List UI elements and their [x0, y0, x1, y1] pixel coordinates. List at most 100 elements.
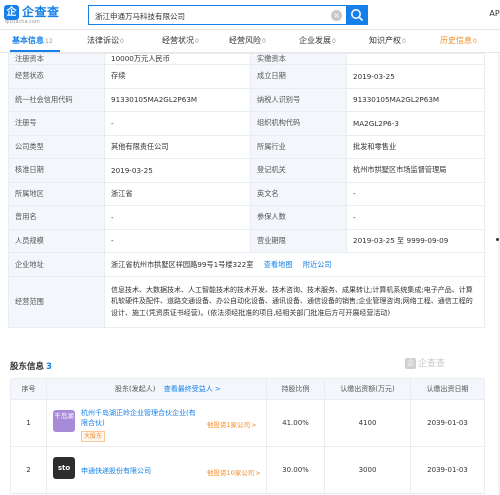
label-status: 经营状态 — [8, 64, 105, 89]
tab-risk[interactable]: 经营风险0 — [229, 35, 266, 46]
holder-date: 2039-01-03 — [410, 399, 485, 447]
search-button[interactable] — [346, 5, 368, 25]
active-tab-indicator — [10, 50, 60, 52]
info-row: 公司类型 其他有限责任公司 所属行业 批发和零售业 — [8, 134, 485, 159]
label-former-name: 曾用名 — [8, 205, 105, 230]
view-beneficiary-link[interactable]: 查看最终受益人 > — [164, 385, 221, 393]
tab-development[interactable]: 企业发展0 — [299, 35, 336, 46]
label-company-type: 公司类型 — [8, 134, 105, 159]
tab-history[interactable]: 历史信息0 — [440, 35, 477, 46]
label-industry: 所属行业 — [250, 134, 347, 159]
label-approval-date: 核准日期 — [8, 158, 105, 183]
value-former-name: - — [104, 205, 251, 230]
label-registration-no: 注册号 — [8, 111, 105, 136]
clear-icon[interactable]: × — [331, 10, 342, 21]
label-address: 企业地址 — [8, 252, 105, 277]
watermark-logo-icon: 企 — [405, 358, 416, 369]
info-row: 注册号 - 组织机构代码 MA2GL2P6-3 — [8, 111, 485, 136]
value-address: 浙江省杭州市拱墅区祥园路99号1号楼322室 查看地图 附近公司 — [104, 252, 485, 277]
label-paid-capital: 实缴资本 — [250, 53, 347, 65]
table-header-row: 序号 股东(发起人) 查看最终受益人 > 持股比例 认缴出资额(万元) 认缴出资… — [10, 378, 485, 400]
info-row: 经营状态 存续 成立日期 2019-03-25 — [8, 64, 485, 89]
value-registration-no: - — [104, 111, 251, 136]
search-input[interactable]: 浙江申通万马科技有限公司 × — [88, 5, 347, 25]
tab-bar: 基本信息12 法律诉讼0 经营状况0 经营风险0 企业发展0 知识产权0 历史信… — [0, 31, 500, 53]
header-date: 认缴出资日期 — [410, 378, 485, 400]
label-business-scope: 经营范围 — [8, 276, 105, 328]
value-staff-size: - — [104, 228, 251, 253]
logo-text: 企查查 — [22, 5, 60, 19]
holder-investments-link[interactable]: 他投资10家公司> — [207, 467, 261, 477]
info-row: 经营范围 信息技术、大数据技术、人工智能技术的技术开发、技术咨询、技术服务、成果… — [8, 276, 485, 328]
info-row: 企业地址 浙江省杭州市拱墅区祥园路99号1号楼322室 查看地图 附近公司 — [8, 252, 485, 277]
holder-name-link[interactable]: 杭州千岛湖正岭企业管理合伙企业(有限合伙) — [81, 408, 199, 428]
tab-legal[interactable]: 法律诉讼0 — [87, 35, 124, 46]
label-english-name: 英文名 — [250, 181, 347, 206]
label-region: 所属地区 — [8, 181, 105, 206]
value-paid-capital — [346, 53, 485, 65]
tab-ip[interactable]: 知识产权0 — [369, 35, 406, 46]
tab-basic-info[interactable]: 基本信息12 — [12, 35, 53, 46]
tab-operation[interactable]: 经营状况0 — [162, 35, 199, 46]
holder-amount: 3000 — [324, 446, 411, 494]
value-credit-code: 91330105MA2GL2P63M — [104, 87, 251, 112]
label-registered-capital: 注册资本 — [8, 53, 105, 65]
value-taxpayer-id: 91330105MA2GL2P63M — [346, 87, 485, 112]
value-registered-capital: 10000万元人民币 — [104, 53, 251, 65]
top-header: 企 企查查 qichacha.com 浙江申通万马科技有限公司 × API — [0, 0, 500, 30]
info-row: 核准日期 2019-03-25 登记机关 杭州市拱墅区市场监督管理局 — [8, 158, 485, 183]
value-business-term: 2019-03-25 至 9999-09-09 — [346, 228, 485, 253]
holder-name-link[interactable]: 申通快递股份有限公司 — [81, 466, 199, 476]
site-logo[interactable]: 企 企查查 qichacha.com — [4, 4, 64, 26]
holder-amount: 4100 — [324, 399, 411, 447]
label-org-code: 组织机构代码 — [250, 111, 347, 136]
value-region: 浙江省 — [104, 181, 251, 206]
value-established-date: 2019-03-25 — [346, 64, 485, 89]
search-value: 浙江申通万马科技有限公司 — [95, 12, 185, 21]
shareholders-section-title: 股东信息 3 — [10, 362, 52, 372]
info-row: 所属地区 浙江省 英文名 - — [8, 181, 485, 206]
label-registration-authority: 登记机关 — [250, 158, 347, 183]
holder-logo: 千岛湖 — [53, 410, 75, 432]
major-shareholder-badge: 大股东 — [81, 431, 106, 442]
holder-cell: 千岛湖 杭州千岛湖正岭企业管理合伙企业(有限合伙) 大股东 他投资1家公司> — [46, 399, 267, 447]
header-index: 序号 — [10, 378, 47, 400]
shareholders-table: 序号 股东(发起人) 查看最终受益人 > 持股比例 认缴出资额(万元) 认缴出资… — [10, 378, 485, 494]
label-business-term: 营业期限 — [250, 228, 347, 253]
value-org-code: MA2GL2P6-3 — [346, 111, 485, 136]
logo-badge-icon: 企 — [4, 5, 19, 20]
value-approval-date: 2019-03-25 — [104, 158, 251, 183]
value-business-scope: 信息技术、大数据技术、人工智能技术的技术开发、技术咨询、技术服务、成果转让;计算… — [104, 276, 485, 328]
label-established-date: 成立日期 — [250, 64, 347, 89]
logo-domain: qichacha.com — [5, 19, 40, 25]
shareholders-count: 3 — [46, 362, 52, 372]
api-link[interactable]: API — [489, 9, 500, 18]
value-industry: 批发和零售业 — [346, 134, 485, 159]
view-map-link[interactable]: 查看地图 — [264, 260, 293, 269]
table-row: 1 千岛湖 杭州千岛湖正岭企业管理合伙企业(有限合伙) 大股东 他投资1家公司>… — [10, 399, 485, 447]
label-taxpayer-id: 纳税人识别号 — [250, 87, 347, 112]
watermark: 企企查查 — [405, 358, 446, 369]
info-row: 注册资本 10000万元人民币 实缴资本 — [8, 53, 485, 65]
label-credit-code: 统一社会信用代码 — [8, 87, 105, 112]
header-ratio: 持股比例 — [266, 378, 325, 400]
holder-ratio: 30.00% — [266, 446, 325, 494]
holder-ratio: 41.00% — [266, 399, 325, 447]
chevron-right-icon: > — [255, 469, 261, 477]
holder-logo: sto — [53, 457, 75, 479]
label-staff-size: 人员规模 — [8, 228, 105, 253]
row-index: 1 — [10, 399, 47, 447]
holder-investments-link[interactable]: 他投资1家公司> — [207, 419, 257, 429]
nearby-companies-link[interactable]: 附近公司 — [303, 260, 332, 269]
value-company-type: 其他有限责任公司 — [104, 134, 251, 159]
info-row: 人员规模 - 营业期限 2019-03-25 至 9999-09-09 — [8, 228, 485, 253]
row-index: 2 — [10, 446, 47, 494]
business-info-table: 注册资本 10000万元人民币 实缴资本 经营状态 存续 成立日期 2019-0… — [8, 53, 485, 328]
value-registration-authority: 杭州市拱墅区市场监督管理局 — [346, 158, 485, 183]
value-english-name: - — [346, 181, 485, 206]
holder-date: 2039-01-03 — [410, 446, 485, 494]
header-holder: 股东(发起人) 查看最终受益人 > — [46, 378, 267, 400]
address-text: 浙江省杭州市拱墅区祥园路99号1号楼322室 — [111, 259, 254, 269]
label-insured-count: 参保人数 — [250, 205, 347, 230]
value-insured-count: - — [346, 205, 485, 230]
